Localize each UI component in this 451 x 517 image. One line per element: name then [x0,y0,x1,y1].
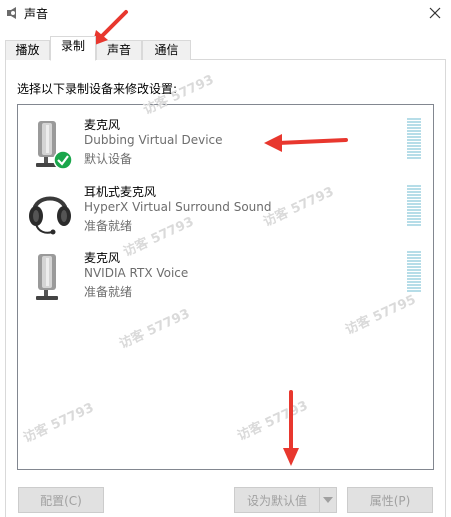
device-description: NVIDIA RTX Voice [84,266,189,280]
list-item-device[interactable]: 耳机式麦克风 HyperX Virtual Surround Sound 准备就… [19,177,432,241]
device-name: 耳机式麦克风 [84,185,157,199]
device-description: Dubbing Virtual Device [84,133,223,147]
set-default-button[interactable]: 设为默认值(S) [234,487,320,513]
level-meter [407,251,421,292]
properties-button[interactable]: 属性(P) [347,487,433,513]
device-status: 默认设备 [84,152,133,166]
device-name: 麦克风 [84,118,121,132]
device-name: 麦克风 [84,251,121,265]
device-description: HyperX Virtual Surround Sound [84,200,272,214]
tab-recording[interactable]: 录制 [50,36,96,61]
tab-communications[interactable]: 通信 [142,40,191,60]
level-meter [407,118,421,159]
list-item-device[interactable]: 麦克风 NVIDIA RTX Voice 准备就绪 [19,243,432,307]
microphone-icon [36,254,58,300]
tab-sounds[interactable]: 声音 [96,40,142,60]
configure-button[interactable]: 配置(C) [18,487,104,513]
speaker-icon [7,7,16,19]
tab-strip: 播放 录制 声音 通信 [0,36,451,61]
set-default-dropdown[interactable] [319,487,337,513]
chevron-down-icon [323,497,333,503]
window-title: 声音 [24,7,49,21]
sound-dialog: 声音 播放 录制 声音 通信 选择以下录制设备来修改设置: 麦克风 Dubbin… [0,0,451,517]
close-icon[interactable] [425,3,445,23]
headset-icon [29,196,71,235]
check-badge-icon [53,150,73,170]
level-meter [407,185,421,226]
list-item-device[interactable]: 麦克风 Dubbing Virtual Device 默认设备 [19,110,432,174]
title-bar: 声音 [0,0,451,26]
tab-playback[interactable]: 播放 [5,40,50,60]
device-status: 准备就绪 [84,219,133,233]
device-status: 准备就绪 [84,285,133,299]
